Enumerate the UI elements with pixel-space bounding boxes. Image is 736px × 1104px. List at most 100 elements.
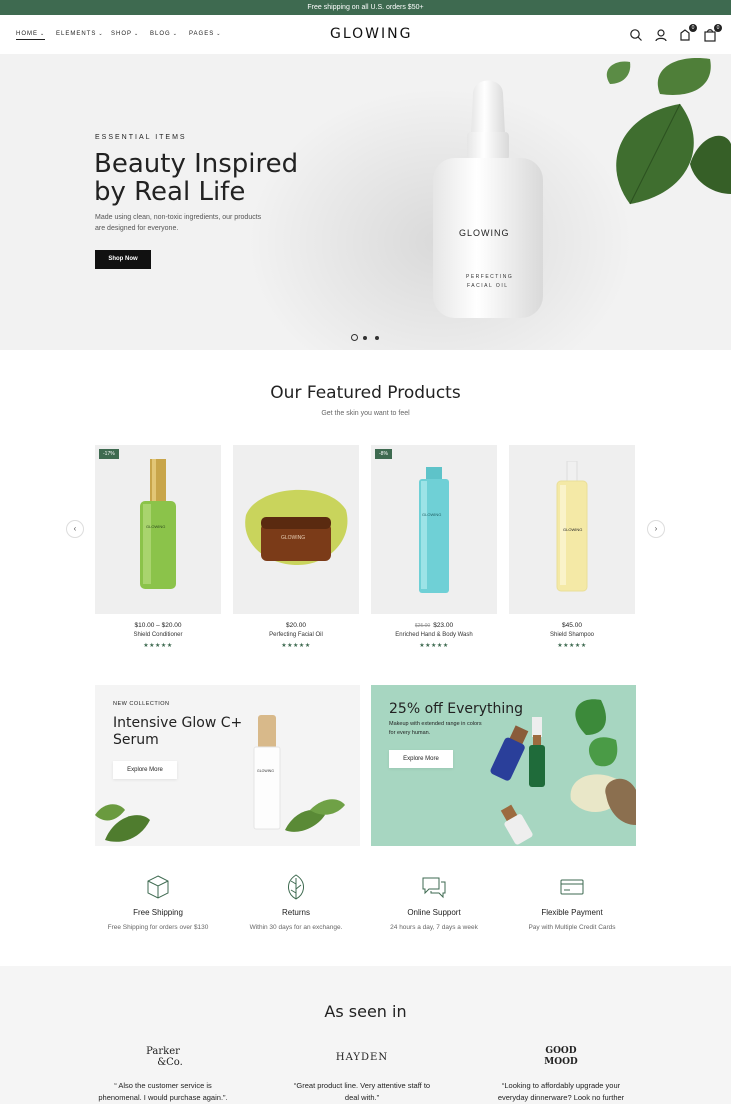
nav-item-pages[interactable]: PAGES ⌄ xyxy=(189,31,221,37)
nav-item-shop[interactable]: SHOP ⌄ xyxy=(111,31,139,37)
product-price: $25.00 $23.00 xyxy=(371,622,497,629)
product-image[interactable]: GLOWING xyxy=(509,445,635,614)
nav-item-home[interactable]: HOME ⌄ xyxy=(16,31,46,40)
product-label: GLOWING xyxy=(422,512,442,517)
product-name[interactable]: Enriched Hand & Body Wash xyxy=(371,632,497,638)
user-icon[interactable] xyxy=(654,28,668,42)
press-item: HAYDEN “Great product line. Very attenti… xyxy=(287,1046,437,1104)
feature-item: Flexible Payment Pay with Multiple Credi… xyxy=(507,872,637,931)
press-logo-text: GOOD xyxy=(545,1046,577,1056)
chat-icon xyxy=(369,872,499,902)
wishlist-icon[interactable]: 0 xyxy=(678,24,697,42)
slider-dot[interactable] xyxy=(363,336,367,340)
chevron-down-icon: ⌄ xyxy=(98,31,104,37)
quote-line: everyday dinnerware? Look no further xyxy=(497,1093,625,1102)
press-quote: “ Also the customer service is phenomenal… xyxy=(88,1080,238,1104)
hero-title-line: by Real Life xyxy=(94,177,246,207)
nav-label: SHOP xyxy=(111,31,133,37)
featured-subtitle: Get the skin you want to feel xyxy=(321,410,410,417)
chevron-down-icon: ⌄ xyxy=(40,31,46,37)
feature-description: Pay with Multiple Credit Cards xyxy=(528,924,616,931)
feature-item: Returns Within 30 days for an exchange. xyxy=(231,872,361,931)
feature-title: Free Shipping xyxy=(133,908,183,917)
product-name[interactable]: Shield Shampoo xyxy=(509,632,635,638)
press-logo-text: &Co. xyxy=(157,1057,183,1068)
product-image[interactable]: -17% GLOWING xyxy=(95,445,221,614)
product-label: GLOWING xyxy=(257,769,274,773)
quote-line: “Great product line. Very attentive staf… xyxy=(293,1081,431,1090)
hero-title-line: Beauty Inspired xyxy=(94,149,299,179)
product-price: $20.00 xyxy=(233,622,359,629)
promo-banner-serum[interactable]: GLOWING NEW COLLECTION Intensive Glow C+… xyxy=(95,685,360,846)
bottle-label: PERFECTING xyxy=(466,274,514,280)
rating-stars: ★★★★★ xyxy=(419,643,449,649)
quote-line: “Looking to affordably upgrade your xyxy=(501,1081,621,1090)
press-logo-parker: Parker &Co. xyxy=(88,1046,238,1068)
press-section: As seen in Parker &Co. “ Also the custome… xyxy=(0,966,731,1104)
carousel-prev-button[interactable]: ‹ xyxy=(66,520,84,538)
feature-title: Online Support xyxy=(407,908,461,917)
hero-eyebrow: ESSENTIAL ITEMS xyxy=(95,134,187,141)
explore-more-button[interactable]: Explore More xyxy=(389,750,453,768)
feature-title: Returns xyxy=(281,908,310,917)
promo-banner-sale[interactable]: 25% off Everything Makeup with extended … xyxy=(371,685,636,846)
press-quote: “Great product line. Very attentive staf… xyxy=(287,1080,437,1104)
bottle-brand: GLOWING xyxy=(459,228,510,238)
chevron-down-icon: ⌄ xyxy=(172,31,178,37)
product-image[interactable]: -8% GLOWING xyxy=(371,445,497,614)
leaf-decor-icon xyxy=(285,799,345,832)
feature-title: Flexible Payment xyxy=(541,908,603,917)
slider-dot[interactable] xyxy=(375,336,379,340)
product-carousel: -17% GLOWING $10.00 – $20.00 Shield Cond… xyxy=(95,445,636,655)
quote-line: “ Also the customer service is xyxy=(114,1081,212,1090)
banner-eyebrow: NEW COLLECTION xyxy=(113,701,170,707)
chevron-left-icon: ‹ xyxy=(73,524,77,533)
leaf-decor-icon xyxy=(606,58,731,205)
wishlist-count-badge: 0 xyxy=(689,24,697,32)
nav-item-blog[interactable]: BLOG ⌄ xyxy=(150,31,178,37)
search-icon[interactable] xyxy=(629,28,643,42)
hero-description: Made using clean, non-toxic ingredients,… xyxy=(95,214,262,232)
banner-description: Makeup with extended range in colors for… xyxy=(389,721,482,736)
product-name[interactable]: Perfecting Facial Oil xyxy=(233,632,359,638)
product-card[interactable]: GLOWING $20.00 Perfecting Facial Oil ★★★… xyxy=(233,445,359,649)
press-quote: “Looking to affordably upgrade your every… xyxy=(486,1080,636,1104)
explore-more-button[interactable]: Explore More xyxy=(113,761,177,779)
hero-product-image: GLOWING PERFECTING FACIAL OIL xyxy=(433,74,543,329)
quote-line: deal with.” xyxy=(344,1093,380,1102)
shop-now-button[interactable]: Shop Now xyxy=(95,250,151,269)
site-logo[interactable]: GLOWING xyxy=(330,26,412,42)
nav-item-elements[interactable]: ELEMENTS ⌄ xyxy=(56,31,104,37)
rating-stars: ★★★★★ xyxy=(143,643,173,649)
press-logo-text: Parker xyxy=(146,1046,180,1057)
announcement-bar: Free shipping on all U.S. orders $50+ xyxy=(0,0,731,15)
banner-title: Intensive Glow C+ Serum xyxy=(113,715,242,749)
discount-badge: -17% xyxy=(99,449,119,459)
slider-dot[interactable] xyxy=(351,334,358,341)
old-price: $25.00 xyxy=(414,623,431,629)
product-price: $45.00 xyxy=(509,622,635,629)
chevron-down-icon: ⌄ xyxy=(134,31,140,37)
product-image[interactable]: GLOWING xyxy=(233,445,359,614)
carousel-next-button[interactable]: › xyxy=(647,520,665,538)
product-card[interactable]: -17% GLOWING $10.00 – $20.00 Shield Cond… xyxy=(95,445,221,649)
product-price: $10.00 – $20.00 xyxy=(95,622,221,629)
feature-item: Free Shipping Free Shipping for orders o… xyxy=(93,872,223,931)
feature-description: 24 hours a day, 7 days a week xyxy=(390,924,478,931)
nav-label: PAGES xyxy=(189,31,215,37)
banner-title-line: Serum xyxy=(113,732,159,748)
cart-icon[interactable]: 0 xyxy=(703,24,722,42)
product-card[interactable]: GLOWING $45.00 Shield Shampoo ★★★★★ xyxy=(509,445,635,649)
announcement-text: Free shipping on all U.S. orders $50+ xyxy=(307,4,424,11)
feature-item: Online Support 24 hours a day, 7 days a … xyxy=(369,872,499,931)
box-icon xyxy=(93,872,223,902)
leaf-icon xyxy=(231,872,361,902)
product-card[interactable]: -8% GLOWING $25.00 $23.00 Enriched Hand &… xyxy=(371,445,497,649)
product-name[interactable]: Shield Conditioner xyxy=(95,632,221,638)
price-value: $45.00 xyxy=(562,622,582,629)
main-nav: HOME ⌄ ELEMENTS ⌄ SHOP ⌄ BLOG ⌄ PAGES ⌄ GLOWI… xyxy=(0,15,731,54)
product-label: GLOWING xyxy=(146,524,166,529)
leaf-decor-icon xyxy=(95,804,150,842)
hero-slider: ESSENTIAL ITEMS Beauty Inspired by Real … xyxy=(0,54,731,350)
press-item: Parker &Co. “ Also the customer service i… xyxy=(88,1046,238,1104)
